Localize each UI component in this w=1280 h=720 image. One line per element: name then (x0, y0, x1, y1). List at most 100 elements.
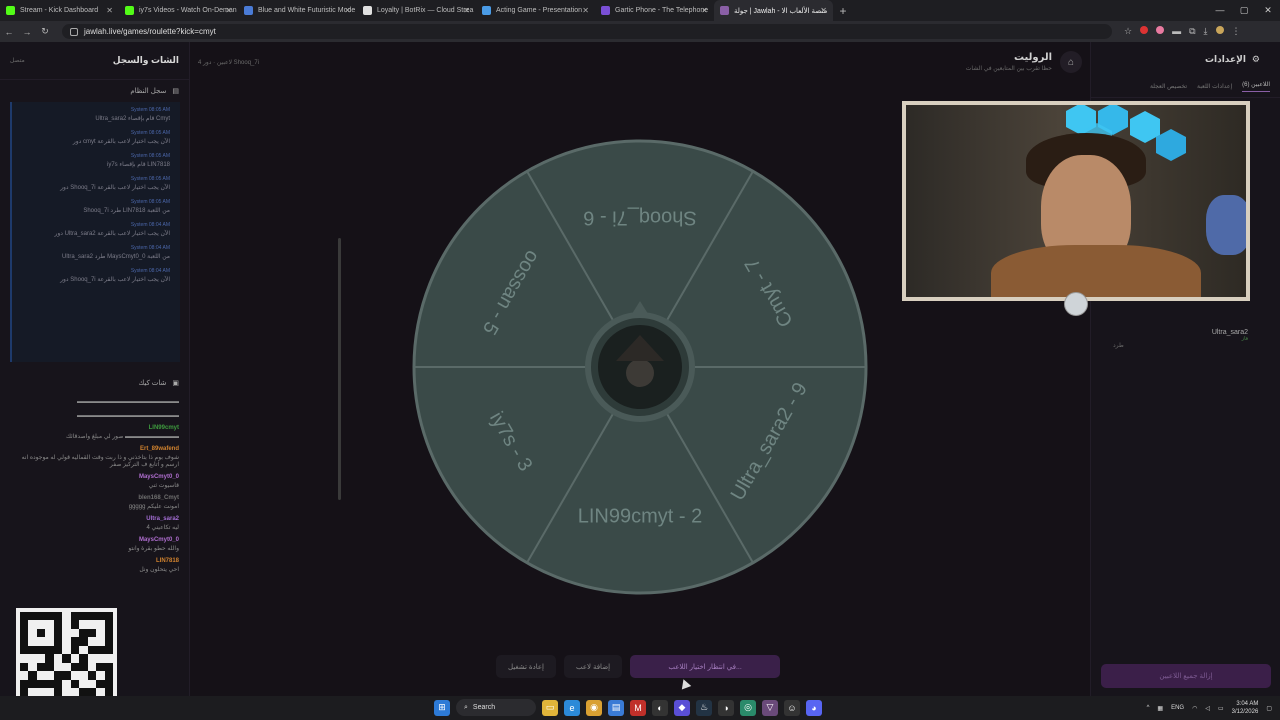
gmail-icon[interactable]: M (630, 699, 646, 716)
app-icon[interactable]: ◆ (674, 699, 690, 716)
chat-text: احي يتحلون ونل (139, 567, 179, 573)
list-item: System 08:04 AM Ultra_sara2 طرد MaysCmyt0… (12, 240, 180, 263)
edge-icon[interactable]: e (564, 699, 580, 716)
app-icon[interactable]: ▽ (762, 699, 778, 716)
scrollbar[interactable] (338, 238, 341, 500)
browser-tab-6[interactable]: Gartic Phone - The Telephone ✕ (595, 0, 714, 21)
maximize-icon[interactable]: ▢ (1232, 0, 1256, 21)
battery-icon[interactable]: ▭ (1218, 705, 1224, 712)
tray-app-icon[interactable]: ▦ (1157, 705, 1163, 712)
close-icon[interactable]: ✕ (344, 6, 351, 15)
reload-icon[interactable]: ↻ (36, 26, 54, 37)
close-window-icon[interactable]: ✕ (1256, 0, 1280, 21)
title-block: الروليت حظا تقرب بين المتابعين في الشات (966, 52, 1052, 72)
address-bar[interactable]: jawlah.live/games/roulette?kick=cmyt (62, 24, 1112, 39)
wifi-icon[interactable]: ◠ (1192, 705, 1197, 712)
browser-tab-3[interactable]: Blue and White Futuristic Mode ✕ (238, 0, 357, 21)
close-icon[interactable]: ✕ (582, 6, 589, 15)
profile-avatar[interactable] (1215, 26, 1224, 34)
chat-text: ▬▬▬▬▬▬▬▬▬▬▬▬▬▬▬▬▬ (77, 399, 179, 405)
tray-lang[interactable]: ENG (1171, 705, 1184, 711)
browser-tab-4[interactable]: Loyalty | BotRix — Cloud Strea ✕ (357, 0, 476, 21)
browser-tab-2[interactable]: iy7s Videos - Watch On-Deman ✕ (119, 0, 238, 21)
notifications-icon[interactable]: ▢ (1266, 705, 1272, 712)
tab-favicon (125, 6, 134, 15)
minimize-icon[interactable]: — (1208, 0, 1232, 21)
new-tab-button[interactable]: + (833, 4, 853, 18)
system-log-header: سجل النظام ▤ (0, 80, 189, 102)
extension-icon[interactable]: ▬ (1172, 26, 1181, 37)
log-message: Shooq_7i طرد LIN7818 من اللعبة (83, 208, 170, 214)
forward-icon[interactable]: → (18, 27, 36, 37)
list-item: System 08:04 AM دور Shooq_7i الآن يجب اخت… (12, 263, 180, 286)
app-icon[interactable]: ◎ (740, 699, 756, 716)
remove-all-players-button[interactable]: إزالة جميع اللاعبين (1101, 664, 1271, 688)
tray-chevron-icon[interactable]: ^ (1147, 705, 1150, 711)
log-meta: System 08:04 AM (130, 245, 170, 251)
hub-face-icon (626, 359, 654, 387)
close-icon[interactable]: ✕ (701, 6, 708, 15)
volume-icon[interactable]: ◁ (1205, 705, 1210, 712)
menu-dots-icon[interactable]: ⋮ (1232, 26, 1241, 37)
chat-log-header: متصل الشات والسجل (0, 42, 189, 80)
tab-players[interactable]: اللاعبين (6) (1242, 81, 1270, 92)
restart-button[interactable]: إعادة تشغيل (496, 655, 556, 678)
browser-tab-5[interactable]: Acting Game - Presentation ✕ (476, 0, 595, 21)
browser-tab-1[interactable]: Stream - Kick Dashboard ✕ (0, 0, 119, 21)
back-icon[interactable]: ← (0, 27, 18, 37)
roulette-wheel[interactable]: Shooq_7i - 6 Cmyt - 7 Ultra_sara2 - 9 LIN99… (411, 138, 869, 596)
chat-username[interactable]: blen168_Cmyt (14, 495, 179, 501)
list-item: System 08:04 AM دور Ultra_sara2 الآن يجب … (12, 217, 180, 240)
tab-favicon (244, 6, 253, 15)
browser-tab-7[interactable]: جولة | Jawlah - منصة الألعاب الا ✕ (714, 0, 833, 21)
taskbar-search[interactable]: ⌕ Search (456, 699, 536, 716)
chat-text: ▬▬▬▬▬▬▬▬▬▬▬▬▬▬▬▬▬ (77, 413, 179, 419)
list-item: System 08:05 AM Ultra_sara2 قام بإقصاء Cm… (12, 102, 180, 125)
log-meta: System 08:05 AM (130, 176, 170, 182)
chat-username[interactable]: MaysCmyt0_0 (14, 474, 179, 480)
webcam-overlay (902, 101, 1250, 301)
file-explorer-icon[interactable]: ▭ (542, 699, 558, 716)
log-meta: System 08:04 AM (130, 222, 170, 228)
extensions-puzzle-icon[interactable]: ⧉ (1189, 26, 1195, 37)
extension-icon[interactable] (1156, 26, 1165, 34)
spin-button[interactable]: في انتظار اختيار اللاعب... (630, 655, 781, 678)
store-icon[interactable]: ▤ (608, 699, 624, 716)
close-icon[interactable]: ✕ (463, 6, 470, 15)
log-message: دور Shooq_7i الآن يجب اختيار لاعب بالقرع… (60, 185, 170, 191)
site-info-icon[interactable] (70, 27, 78, 36)
kick-player-button[interactable]: طرد (1113, 342, 1124, 349)
app-icon[interactable]: ☺ (784, 699, 800, 716)
steam-icon[interactable]: ♨ (696, 699, 712, 716)
log-meta: System 08:05 AM (130, 130, 170, 136)
app-page: متصل الشات والسجل سجل النظام ▤ System 08… (0, 42, 1280, 709)
chat-username[interactable]: LIN99cmyt (14, 425, 179, 431)
windows-start-icon[interactable]: ⊞ (434, 699, 450, 716)
tab-favicon (482, 6, 491, 15)
chrome-icon[interactable]: ◉ (586, 699, 602, 716)
log-message: Ultra_sara2 طرد MaysCmyt0_0 من اللعبة (62, 254, 170, 260)
list-item: System 08:05 AM iy7s قام بإقصاء LIN7818 (12, 148, 180, 171)
system-tray: ^ ▦ ENG ◠ ◁ ▭ 3:04 AM 3/12/2026 ▢ (1147, 696, 1272, 720)
chat-username[interactable]: LIN7818 (14, 558, 179, 564)
add-player-button[interactable]: إضافة لاعب (563, 655, 623, 678)
app-icon[interactable]: ◑ (718, 699, 734, 716)
download-icon[interactable]: ⤓ (1204, 26, 1208, 37)
url-text: jawlah.live/games/roulette?kick=cmyt (84, 27, 216, 36)
home-button[interactable]: ⌂ (1060, 51, 1082, 73)
chat-username[interactable]: MaysCmyt0_0 (14, 537, 179, 543)
bookmark-star-icon[interactable]: ☆ (1124, 26, 1132, 37)
app-icon[interactable]: ◐ (652, 699, 668, 716)
chat-username[interactable]: Ultra_sara2 (14, 516, 179, 522)
chat-username[interactable]: Ert_89wafend (14, 446, 179, 452)
discord-icon[interactable]: ◕ (806, 699, 822, 716)
close-icon[interactable]: ✕ (820, 6, 827, 15)
clock[interactable]: 3:04 AM 3/12/2026 (1232, 700, 1259, 716)
page-title: الروليت (1013, 52, 1052, 63)
tab-game-settings[interactable]: إعدادات اللعبة (1197, 83, 1232, 90)
close-icon[interactable]: ✕ (225, 6, 232, 15)
extension-icon[interactable] (1140, 26, 1149, 34)
chat-icon: ▣ (172, 380, 179, 387)
close-icon[interactable]: ✕ (106, 6, 113, 15)
tab-wheel-custom[interactable]: تخصيص العجلة (1150, 83, 1187, 90)
